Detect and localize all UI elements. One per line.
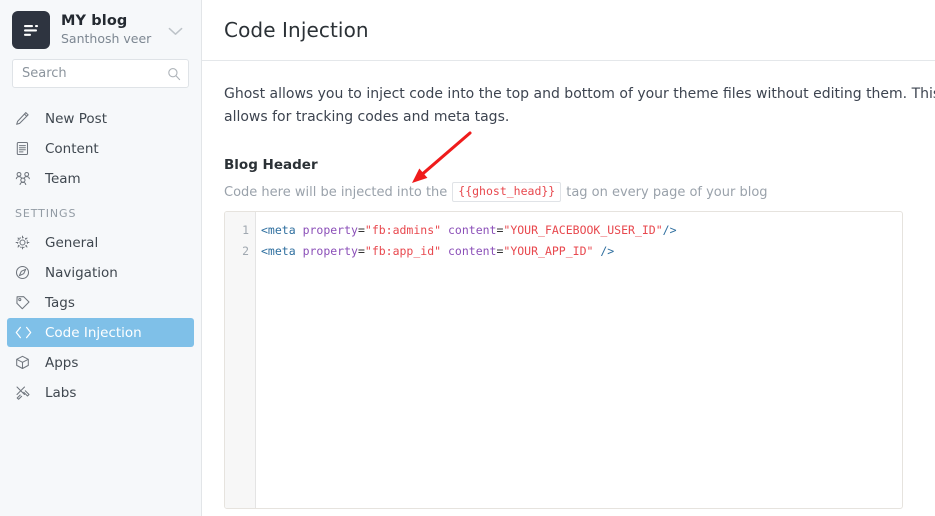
blog-header-code-editor[interactable]: 1 2 <meta property="fb:admins" content="… [224,210,903,509]
sidebar-item-label: Apps [45,354,79,371]
pencil-icon [15,111,35,126]
code-token-str: "fb:admins" [364,222,442,237]
blog-subtitle: Santhosh veer [61,31,152,47]
hint-text-after: tag on every page of your blog [566,184,768,200]
sidebar-nav: New Post Content Team SETTINGS General N… [0,104,201,407]
code-token-str: "YOUR_APP_ID" [503,243,594,258]
people-icon [15,171,35,186]
sidebar-item-apps[interactable]: Apps [7,348,194,377]
main-content: Code Injection Ghost allows you to injec… [202,0,935,516]
blog-header-hint: Code here will be injected into the {{gh… [224,182,935,202]
search-input[interactable] [13,60,188,87]
list-bars-icon [23,23,40,38]
code-token-op [441,244,448,258]
sidebar: MY blog Santhosh veer Search New Post Co… [0,0,202,516]
blog-logo [12,11,50,49]
code-token-attr: content [448,243,497,258]
sidebar-item-labs[interactable]: Labs [7,378,194,407]
sidebar-item-team[interactable]: Team [7,164,194,193]
chevron-down-icon[interactable] [168,21,183,40]
editor-line-number-gutter: 1 2 [225,211,256,508]
code-token-tag: <meta [261,243,296,258]
search-box[interactable] [12,59,189,88]
document-list-icon [15,141,35,156]
blog-title: MY blog [61,13,128,30]
gear-icon [15,235,35,250]
code-line[interactable]: <meta property="fb:app_id" content="YOUR… [261,241,902,262]
search-icon[interactable] [167,67,181,81]
sidebar-item-general[interactable]: General [7,228,194,257]
compass-icon [15,265,35,280]
code-token-str: "fb:app_id" [364,243,442,258]
code-token-attr: content [448,222,497,237]
box-icon [15,355,35,370]
sidebar-item-label: Content [45,140,99,157]
code-token-op: = [357,222,365,237]
sidebar-item-code-injection[interactable]: Code Injection [7,318,194,347]
code-token-op: = [357,243,365,258]
sidebar-item-label: Code Injection [45,324,142,341]
code-token-str: "YOUR_FACEBOOK_USER_ID" [503,222,663,237]
sidebar-item-navigation[interactable]: Navigation [7,258,194,287]
line-number: 1 [242,222,249,237]
sidebar-item-tags[interactable]: Tags [7,288,194,317]
blog-switcher[interactable]: MY blog Santhosh veer [0,0,201,58]
sidebar-item-label: Navigation [45,264,118,281]
ghost-head-chip: {{ghost_head}} [452,182,562,202]
main-header: Code Injection [202,0,935,61]
sidebar-item-new-post[interactable]: New Post [7,104,194,133]
code-token-op [296,244,303,258]
code-token-close: /> [600,243,615,258]
code-token-tag: <meta [261,222,296,237]
blog-meta: MY blog Santhosh veer [61,13,168,46]
code-line[interactable]: <meta property="fb:admins" content="YOUR… [261,220,902,241]
blog-header-section-label: Blog Header [224,157,318,174]
code-brackets-icon [15,326,35,339]
code-token-close: /> [662,222,677,237]
intro-paragraph: Ghost allows you to inject code into the… [224,86,935,125]
line-number: 2 [242,243,249,258]
code-injection-screen: MY blog Santhosh veer Search New Post Co… [0,0,935,516]
code-token-op [441,223,448,237]
sidebar-item-label: Labs [45,384,77,401]
search-area [0,59,201,88]
code-token-attr: property [302,243,358,258]
sidebar-item-label: New Post [45,110,107,127]
sidebar-section-settings: SETTINGS [15,207,77,220]
main-body: Ghost allows you to inject code into the… [202,61,935,509]
code-token-attr: property [302,222,358,237]
sidebar-item-label: General [45,234,99,251]
sidebar-item-label: Tags [45,294,75,311]
tag-icon [15,295,35,310]
editor-code-area[interactable]: <meta property="fb:admins" content="YOUR… [256,212,902,508]
tools-icon [15,385,35,400]
sidebar-item-content[interactable]: Content [7,134,194,163]
page-title: Code Injection [224,18,369,42]
code-token-op [296,223,303,237]
hint-text-before: Code here will be injected into the [224,184,448,200]
sidebar-item-label: Team [45,170,81,187]
